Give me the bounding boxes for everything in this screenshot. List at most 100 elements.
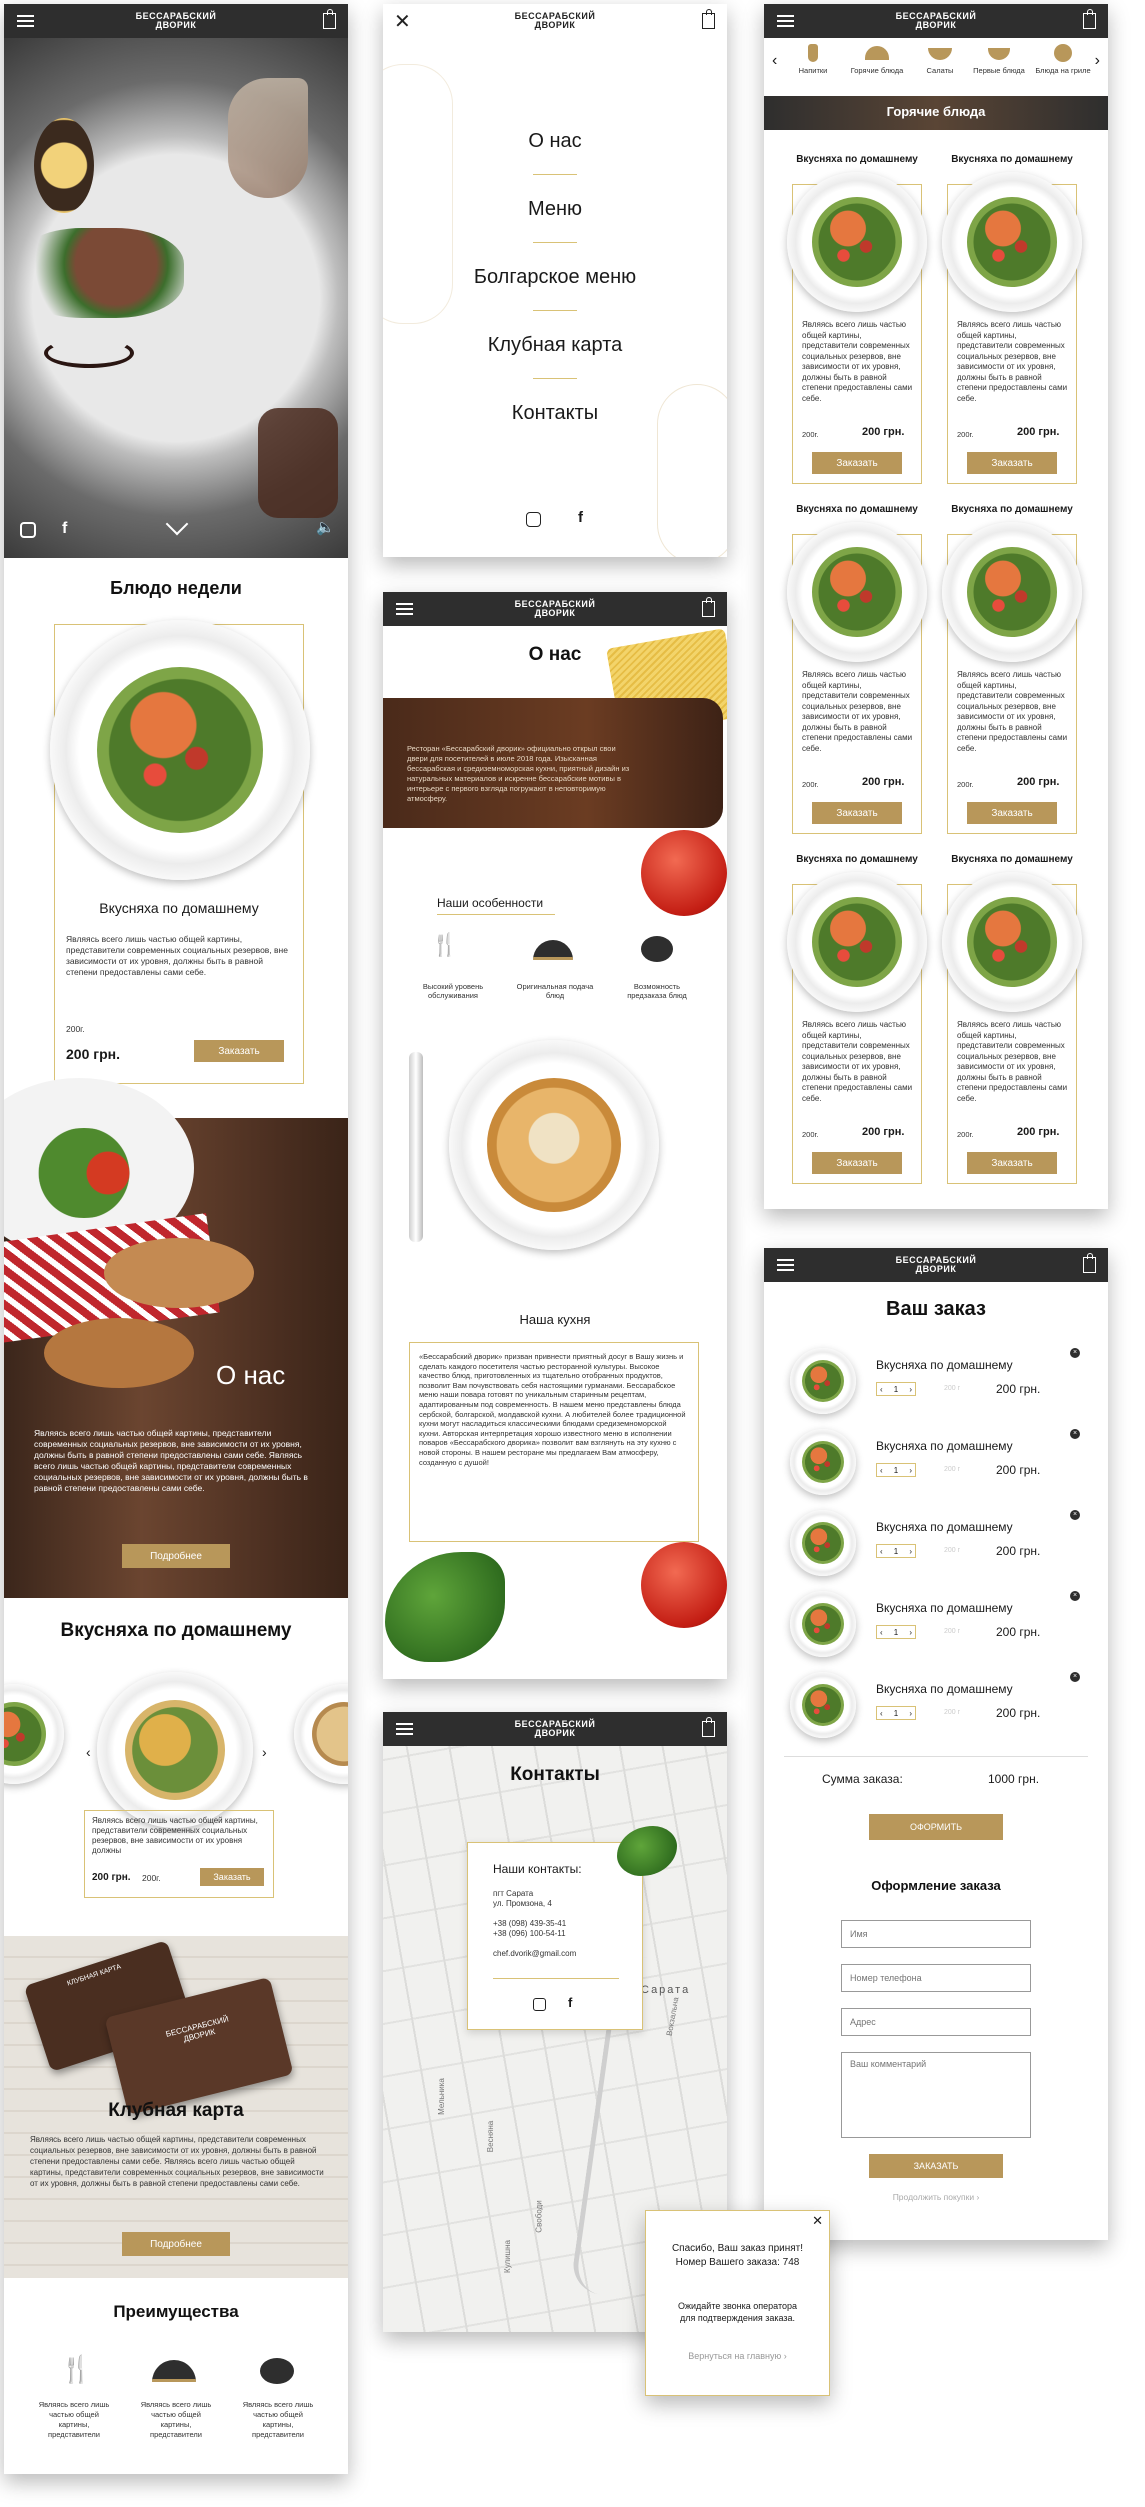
about-title: О нас bbox=[216, 1360, 286, 1390]
menu-item-bulgarian[interactable]: Болгарское меню bbox=[383, 266, 727, 289]
map-street-label: Свободи bbox=[534, 2200, 544, 2233]
dish-card-image[interactable] bbox=[942, 522, 1082, 662]
phone-2[interactable]: +38 (096) 100-54-11 bbox=[493, 1928, 566, 1939]
menu-icon[interactable] bbox=[777, 1259, 794, 1271]
week-dish-price: 200 грн. bbox=[66, 1046, 120, 1062]
popup-close-icon[interactable]: ✕ bbox=[812, 2213, 823, 2229]
dish-card-image[interactable] bbox=[787, 172, 927, 312]
back-home-link[interactable]: Вернуться на главную › bbox=[646, 2351, 829, 2361]
qty-stepper[interactable]: ‹ 1 › bbox=[876, 1544, 916, 1558]
close-icon[interactable]: ✕ bbox=[394, 9, 411, 34]
dish-card-image[interactable] bbox=[787, 522, 927, 662]
facebook-icon[interactable]: f bbox=[62, 520, 67, 538]
dish-card-order-button[interactable]: Заказать bbox=[967, 1152, 1057, 1174]
logo[interactable]: БЕССАРАБСКИЙ ДВОРИК bbox=[515, 12, 596, 30]
dish-card-order-button[interactable]: Заказать bbox=[812, 452, 902, 474]
advantages-title: Преимущества bbox=[113, 2302, 239, 2321]
order-item-remove-icon[interactable]: × bbox=[1070, 1672, 1080, 1682]
dish-card-image[interactable] bbox=[787, 872, 927, 1012]
qty-stepper[interactable]: ‹ 1 › bbox=[876, 1463, 916, 1477]
dish-card-price: 200 грн. bbox=[1017, 776, 1060, 788]
menu-item-club-card[interactable]: Клубная карта bbox=[383, 334, 727, 357]
checkout-button[interactable]: ОФОРМИТЬ bbox=[869, 1814, 1003, 1840]
menu-item-menu[interactable]: Меню bbox=[383, 198, 727, 221]
dish-card-weight: 200г. bbox=[957, 430, 974, 439]
order-item-remove-icon[interactable]: × bbox=[1070, 1348, 1080, 1358]
category-grill[interactable]: Блюда на гриле bbox=[1028, 44, 1098, 76]
phone-input[interactable] bbox=[841, 1964, 1031, 1992]
order-item-image bbox=[790, 1429, 856, 1495]
sound-icon[interactable]: 🔈 bbox=[316, 518, 335, 536]
instagram-icon[interactable] bbox=[526, 512, 541, 527]
instagram-icon[interactable] bbox=[533, 1998, 546, 2011]
cart-icon[interactable] bbox=[702, 9, 715, 29]
qty-increase[interactable]: › bbox=[909, 1466, 912, 1475]
week-order-button[interactable]: Заказать bbox=[194, 1040, 284, 1062]
cart-icon[interactable] bbox=[702, 597, 715, 617]
logo[interactable]: БЕССАРАБСКИЙ ДВОРИК bbox=[515, 1720, 596, 1738]
address-input[interactable] bbox=[841, 2008, 1031, 2036]
name-input[interactable] bbox=[841, 1920, 1031, 1948]
qty-decrease[interactable]: ‹ bbox=[880, 1385, 883, 1394]
continue-shopping-link[interactable]: Продолжить покупки › bbox=[764, 2192, 1108, 2202]
category-salads[interactable]: Салаты bbox=[914, 44, 966, 76]
menu-icon[interactable] bbox=[396, 1723, 413, 1735]
menu-divider bbox=[533, 174, 577, 175]
submit-order-button[interactable]: ЗАКАЗАТЬ bbox=[869, 2154, 1003, 2178]
logo[interactable]: БЕССАРАБСКИЙ ДВОРИК bbox=[896, 1256, 977, 1274]
header: ✕ БЕССАРАБСКИЙ ДВОРИК bbox=[383, 4, 727, 38]
menu-divider bbox=[533, 242, 577, 243]
dish-card-order-button[interactable]: Заказать bbox=[812, 1152, 902, 1174]
dish-card-order-button[interactable]: Заказать bbox=[967, 802, 1057, 824]
facebook-icon[interactable]: f bbox=[578, 509, 583, 526]
email[interactable]: chef.dvorik@gmail.com bbox=[493, 1948, 576, 1959]
qty-stepper[interactable]: ‹ 1 › bbox=[876, 1382, 916, 1396]
about-more-button[interactable]: Подробнее bbox=[122, 1544, 230, 1568]
qty-increase[interactable]: › bbox=[909, 1628, 912, 1637]
cart-icon[interactable] bbox=[1083, 9, 1096, 29]
qty-decrease[interactable]: ‹ bbox=[880, 1709, 883, 1718]
logo[interactable]: БЕССАРАБСКИЙ ДВОРИК bbox=[896, 12, 977, 30]
qty-decrease[interactable]: ‹ bbox=[880, 1466, 883, 1475]
category-hot-dishes[interactable]: Горячие блюда bbox=[844, 44, 910, 76]
order-item-remove-icon[interactable]: × bbox=[1070, 1591, 1080, 1601]
dish-card-order-button[interactable]: Заказать bbox=[967, 452, 1057, 474]
facebook-icon[interactable]: f bbox=[568, 1995, 572, 2010]
logo[interactable]: БЕССАРАБСКИЙ ДВОРИК bbox=[515, 600, 596, 618]
dish-card-desc: Являясь всего лишь частью общей картины,… bbox=[802, 320, 913, 403]
drinks-icon bbox=[808, 44, 818, 62]
cart-icon[interactable] bbox=[323, 9, 336, 29]
instagram-icon[interactable] bbox=[20, 522, 36, 538]
dish-card: Вкусняха по домашнему Являясь всего лишь … bbox=[782, 504, 932, 834]
qty-decrease[interactable]: ‹ bbox=[880, 1547, 883, 1556]
category-soups[interactable]: Первые блюда bbox=[966, 44, 1032, 76]
menu-icon[interactable] bbox=[777, 15, 794, 27]
menu-item-about[interactable]: О нас bbox=[383, 130, 727, 153]
categories-prev-arrow[interactable]: ‹ bbox=[772, 52, 777, 70]
menu-icon[interactable] bbox=[396, 603, 413, 615]
qty-increase[interactable]: › bbox=[909, 1547, 912, 1556]
qty-decrease[interactable]: ‹ bbox=[880, 1628, 883, 1637]
club-more-button[interactable]: Подробнее bbox=[122, 2232, 230, 2256]
carousel-next-arrow[interactable]: › bbox=[262, 1744, 267, 1760]
cart-icon[interactable] bbox=[702, 1717, 715, 1737]
comment-input[interactable] bbox=[841, 2052, 1031, 2138]
qty-increase[interactable]: › bbox=[909, 1385, 912, 1394]
qty-increase[interactable]: › bbox=[909, 1709, 912, 1718]
logo[interactable]: БЕССАРАБСКИЙ ДВОРИК bbox=[136, 12, 217, 30]
dish-card-desc: Являясь всего лишь частью общей картины,… bbox=[957, 1020, 1068, 1103]
cart-icon[interactable] bbox=[1083, 1253, 1096, 1273]
menu-icon[interactable] bbox=[17, 15, 34, 27]
dish-card-image[interactable] bbox=[942, 172, 1082, 312]
menu-item-contacts[interactable]: Контакты bbox=[383, 402, 727, 425]
category-drinks[interactable]: Напитки bbox=[790, 44, 836, 76]
order-item-remove-icon[interactable]: × bbox=[1070, 1510, 1080, 1520]
order-item-remove-icon[interactable]: × bbox=[1070, 1429, 1080, 1439]
dish-card-order-button[interactable]: Заказать bbox=[812, 802, 902, 824]
order-confirmation-popup: ✕ Спасибо, Ваш заказ принят! Номер Вашег… bbox=[645, 2210, 830, 2396]
qty-stepper[interactable]: ‹ 1 › bbox=[876, 1706, 916, 1720]
carousel-prev-arrow[interactable]: ‹ bbox=[86, 1744, 91, 1760]
dish-card-image[interactable] bbox=[942, 872, 1082, 1012]
qty-stepper[interactable]: ‹ 1 › bbox=[876, 1625, 916, 1639]
carousel-order-button[interactable]: Заказать bbox=[200, 1868, 264, 1886]
